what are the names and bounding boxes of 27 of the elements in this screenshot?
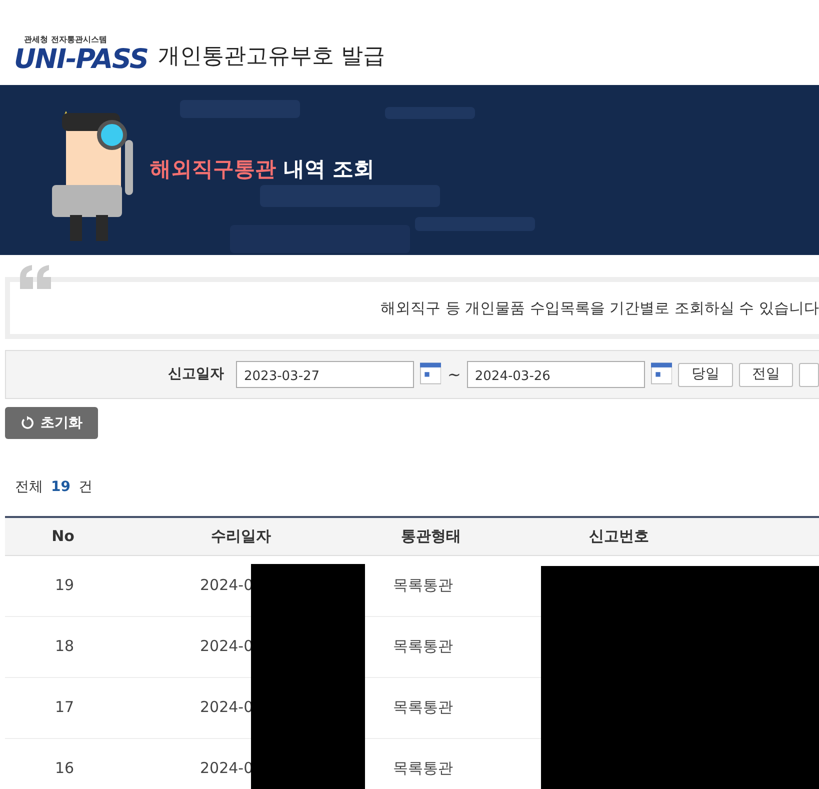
total-label: 전체 <box>15 478 43 497</box>
reset-button[interactable]: 초기화 <box>5 407 98 439</box>
refresh-icon <box>20 416 34 430</box>
range-separator: ~ <box>447 364 461 386</box>
notice-text: 해외직구 등 개인물품 수입목록을 기간별로 조회하실 수 있습니다 <box>380 298 819 319</box>
logo[interactable]: UNI-PASS <box>14 46 148 73</box>
period-button[interactable]: 당일 <box>678 362 733 386</box>
total-count: 19 <box>51 478 70 497</box>
page-title: 개인통관고유부호 발급 <box>158 43 385 71</box>
calendar-icon[interactable] <box>420 362 442 385</box>
table-cell: 18 <box>5 616 121 677</box>
logo-caption: 관세청 전자통관시스템 <box>23 34 108 46</box>
table-cell: 17 <box>5 677 121 738</box>
search-label: 신고일자 <box>168 365 224 384</box>
table-cell: 16 <box>5 738 121 789</box>
calendar-icon[interactable] <box>650 362 672 385</box>
total-unit: 건 <box>78 478 92 497</box>
date-from-field[interactable]: 2023-03-27 <box>236 361 414 388</box>
column-header[interactable]: 수리일자 <box>121 517 361 555</box>
column-header[interactable]: 통관형태 <box>361 517 501 555</box>
quote-icon <box>20 265 52 289</box>
date-to-field[interactable]: 2024-03-26 <box>466 361 645 388</box>
banner-title: 해외직구통관 내역 조회 <box>150 156 375 184</box>
period-button[interactable]: 전일 <box>738 362 793 386</box>
column-header[interactable]: No <box>5 517 121 555</box>
table-cell: 19 <box>5 555 121 616</box>
column-header[interactable]: 신고번호 <box>501 517 737 555</box>
